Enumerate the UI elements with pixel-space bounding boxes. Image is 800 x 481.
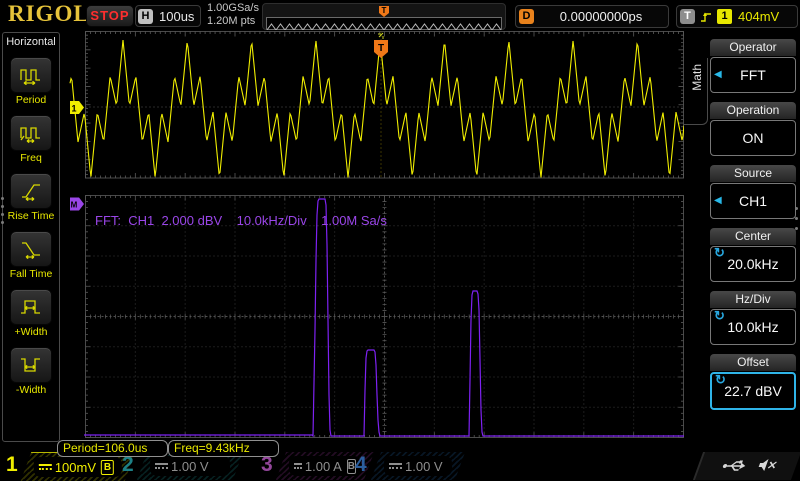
top-status-bar: RIGOL STOP H 100us 1.00GSa/s 1.20M pts T… <box>0 0 800 31</box>
trigger-flag-ornament <box>378 32 384 39</box>
measurement-freq: Freq=9.43kHz <box>168 440 279 457</box>
svg-text:M: M <box>71 201 78 210</box>
menu-item-operation[interactable]: Operation ON <box>710 102 796 156</box>
sidebar-button-freq[interactable]: Freq <box>3 115 59 164</box>
trigger-slope-icon <box>701 12 711 22</box>
fft-status-text: FFT: CH1 2.000 dBV 10.0kHz/Div 1.00M Sa/… <box>95 213 387 228</box>
sidebar-button-label: Period <box>15 94 47 106</box>
left-triangle-icon: ◀ <box>714 195 722 206</box>
trigger-box: T 1 404mV <box>676 5 798 28</box>
delay-box: D 0.00000000ps <box>515 5 669 28</box>
run-stop-status-button[interactable]: STOP <box>86 5 134 27</box>
sidebar-button--width[interactable]: -Width <box>3 347 59 396</box>
menu-item-value[interactable]: 22.7 dBV ↻ <box>710 372 796 410</box>
channel-4-scale-box: 1.00 V <box>384 456 452 476</box>
menu-item-value[interactable]: 10.0kHz ↻ <box>710 309 796 345</box>
svg-text:T: T <box>382 6 387 15</box>
sidebar-button-rise-time[interactable]: Rise Time <box>3 173 59 222</box>
horizontal-measure-sidebar: Horizontal Period Freq Rise Time Fall Time +… <box>2 32 60 442</box>
horizontal-timebase-box: H 100us <box>135 5 201 27</box>
svg-text:T: T <box>378 43 384 54</box>
dc-coupling-icon <box>38 464 52 470</box>
rotate-knob-icon: ↻ <box>714 245 725 260</box>
menu-item-value[interactable]: CH1 ◀ <box>710 183 796 219</box>
sidebar-button-label: Rise Time <box>7 210 55 222</box>
menu-item-label: Center <box>710 228 796 245</box>
tab-math[interactable]: Math <box>690 64 704 91</box>
freq-icon <box>20 127 40 143</box>
h-badge: H <box>138 8 153 24</box>
channel-2-scale-box: 1.00 V <box>150 456 230 476</box>
menu-item-label: Offset <box>710 354 796 371</box>
rotate-knob-icon: ↻ <box>715 372 726 387</box>
rigol-logo: RIGOL <box>8 1 90 26</box>
waveform-preview-bar[interactable]: T <box>262 3 506 31</box>
menu-item-operator[interactable]: Operator FFT ◀ <box>710 39 796 93</box>
measurement-period: Period=106.0us <box>57 440 168 457</box>
sidebar-buttons: Period Freq Rise Time Fall Time +Width -Width <box>3 57 59 396</box>
dc-coupling-icon <box>294 463 302 469</box>
math-menu-panel: Math Operator FFT ◀ Operation ON Source CH1 ◀ Ce… <box>684 30 800 452</box>
channel-3-scale-box: 1.00 AB <box>289 456 361 476</box>
menu-item-value[interactable]: 20.0kHz ↻ <box>710 246 796 282</box>
acquisition-info: 1.00GSa/s 1.20M pts <box>207 2 259 28</box>
sidebar-title: Horizontal <box>6 36 56 48</box>
memory-depth: 1.20M pts <box>207 15 256 27</box>
channel-4-block[interactable]: 1.00 V <box>370 452 466 480</box>
sample-rate: 1.00GSa/s <box>207 2 259 14</box>
usb-icon <box>722 460 745 471</box>
bandwidth-limit-badge: B <box>101 459 115 475</box>
io-status-block <box>692 452 800 480</box>
sidebar-button-label: Freq <box>20 152 42 164</box>
menu-item-offset[interactable]: Offset 22.7 dBV ↻ <box>710 354 796 410</box>
svg-text:1: 1 <box>71 104 76 114</box>
trigger-source-badge: 1 <box>717 9 732 24</box>
preview-window <box>266 17 502 31</box>
menu-item-value[interactable]: ON <box>710 120 796 156</box>
plus-width-icon <box>21 300 40 314</box>
sidebar-button-label: -Width <box>15 384 47 396</box>
menu-item-center[interactable]: Center 20.0kHz ↻ <box>710 228 796 282</box>
period-icon <box>20 69 40 85</box>
channel-scale-value: 1.00 A <box>304 458 342 474</box>
dc-coupling-icon <box>155 463 168 469</box>
rise-time-icon <box>22 184 40 201</box>
channel-4-number[interactable]: 4 <box>355 453 367 477</box>
rotate-knob-icon: ↻ <box>714 308 725 323</box>
io-icons <box>718 458 781 477</box>
menu-item-label: Source <box>710 165 796 182</box>
menu-item-hz-div[interactable]: Hz/Div 10.0kHz ↻ <box>710 291 796 345</box>
menu-item-label: Hz/Div <box>710 291 796 308</box>
delay-badge: D <box>519 9 534 24</box>
menu-item-label: Operator <box>710 39 796 56</box>
timebase-value: 100us <box>159 8 195 24</box>
channel-1-number[interactable]: 1 <box>6 453 18 477</box>
speaker-muted-icon <box>758 459 777 471</box>
fall-time-icon <box>22 242 40 259</box>
trigger-badge: T <box>680 9 695 24</box>
menu-item-source[interactable]: Source CH1 ◀ <box>710 165 796 219</box>
trigger-position-icon: T <box>379 6 389 17</box>
minus-width-icon <box>21 358 40 372</box>
trigger-level-value: 404mV <box>738 9 780 24</box>
menu-item-label: Operation <box>710 102 796 119</box>
left-triangle-icon: ◀ <box>714 69 722 80</box>
dc-coupling-icon <box>389 463 402 469</box>
channel-1-scale-box: 100mV B <box>33 457 122 477</box>
sidebar-button-label: Fall Time <box>9 268 53 280</box>
menu-item-value[interactable]: FFT ◀ <box>710 57 796 93</box>
sidebar-button--width[interactable]: +Width <box>3 289 59 338</box>
sidebar-button-period[interactable]: Period <box>3 57 59 106</box>
sidebar-button-fall-time[interactable]: Fall Time <box>3 231 59 280</box>
channel-scale-value: 1.00 V <box>405 458 443 474</box>
channel-scale-value: 100mV <box>54 459 97 475</box>
scope-display: 1 M T <box>62 30 690 452</box>
channel-scale-value: 1.00 V <box>171 458 209 474</box>
delay-value: 0.00000000ps <box>559 9 643 24</box>
menu-items: Operator FFT ◀ Operation ON Source CH1 ◀ Center 2… <box>710 39 796 419</box>
sidebar-button-label: +Width <box>14 326 48 338</box>
scope-canvas: 1 M T <box>69 31 688 438</box>
